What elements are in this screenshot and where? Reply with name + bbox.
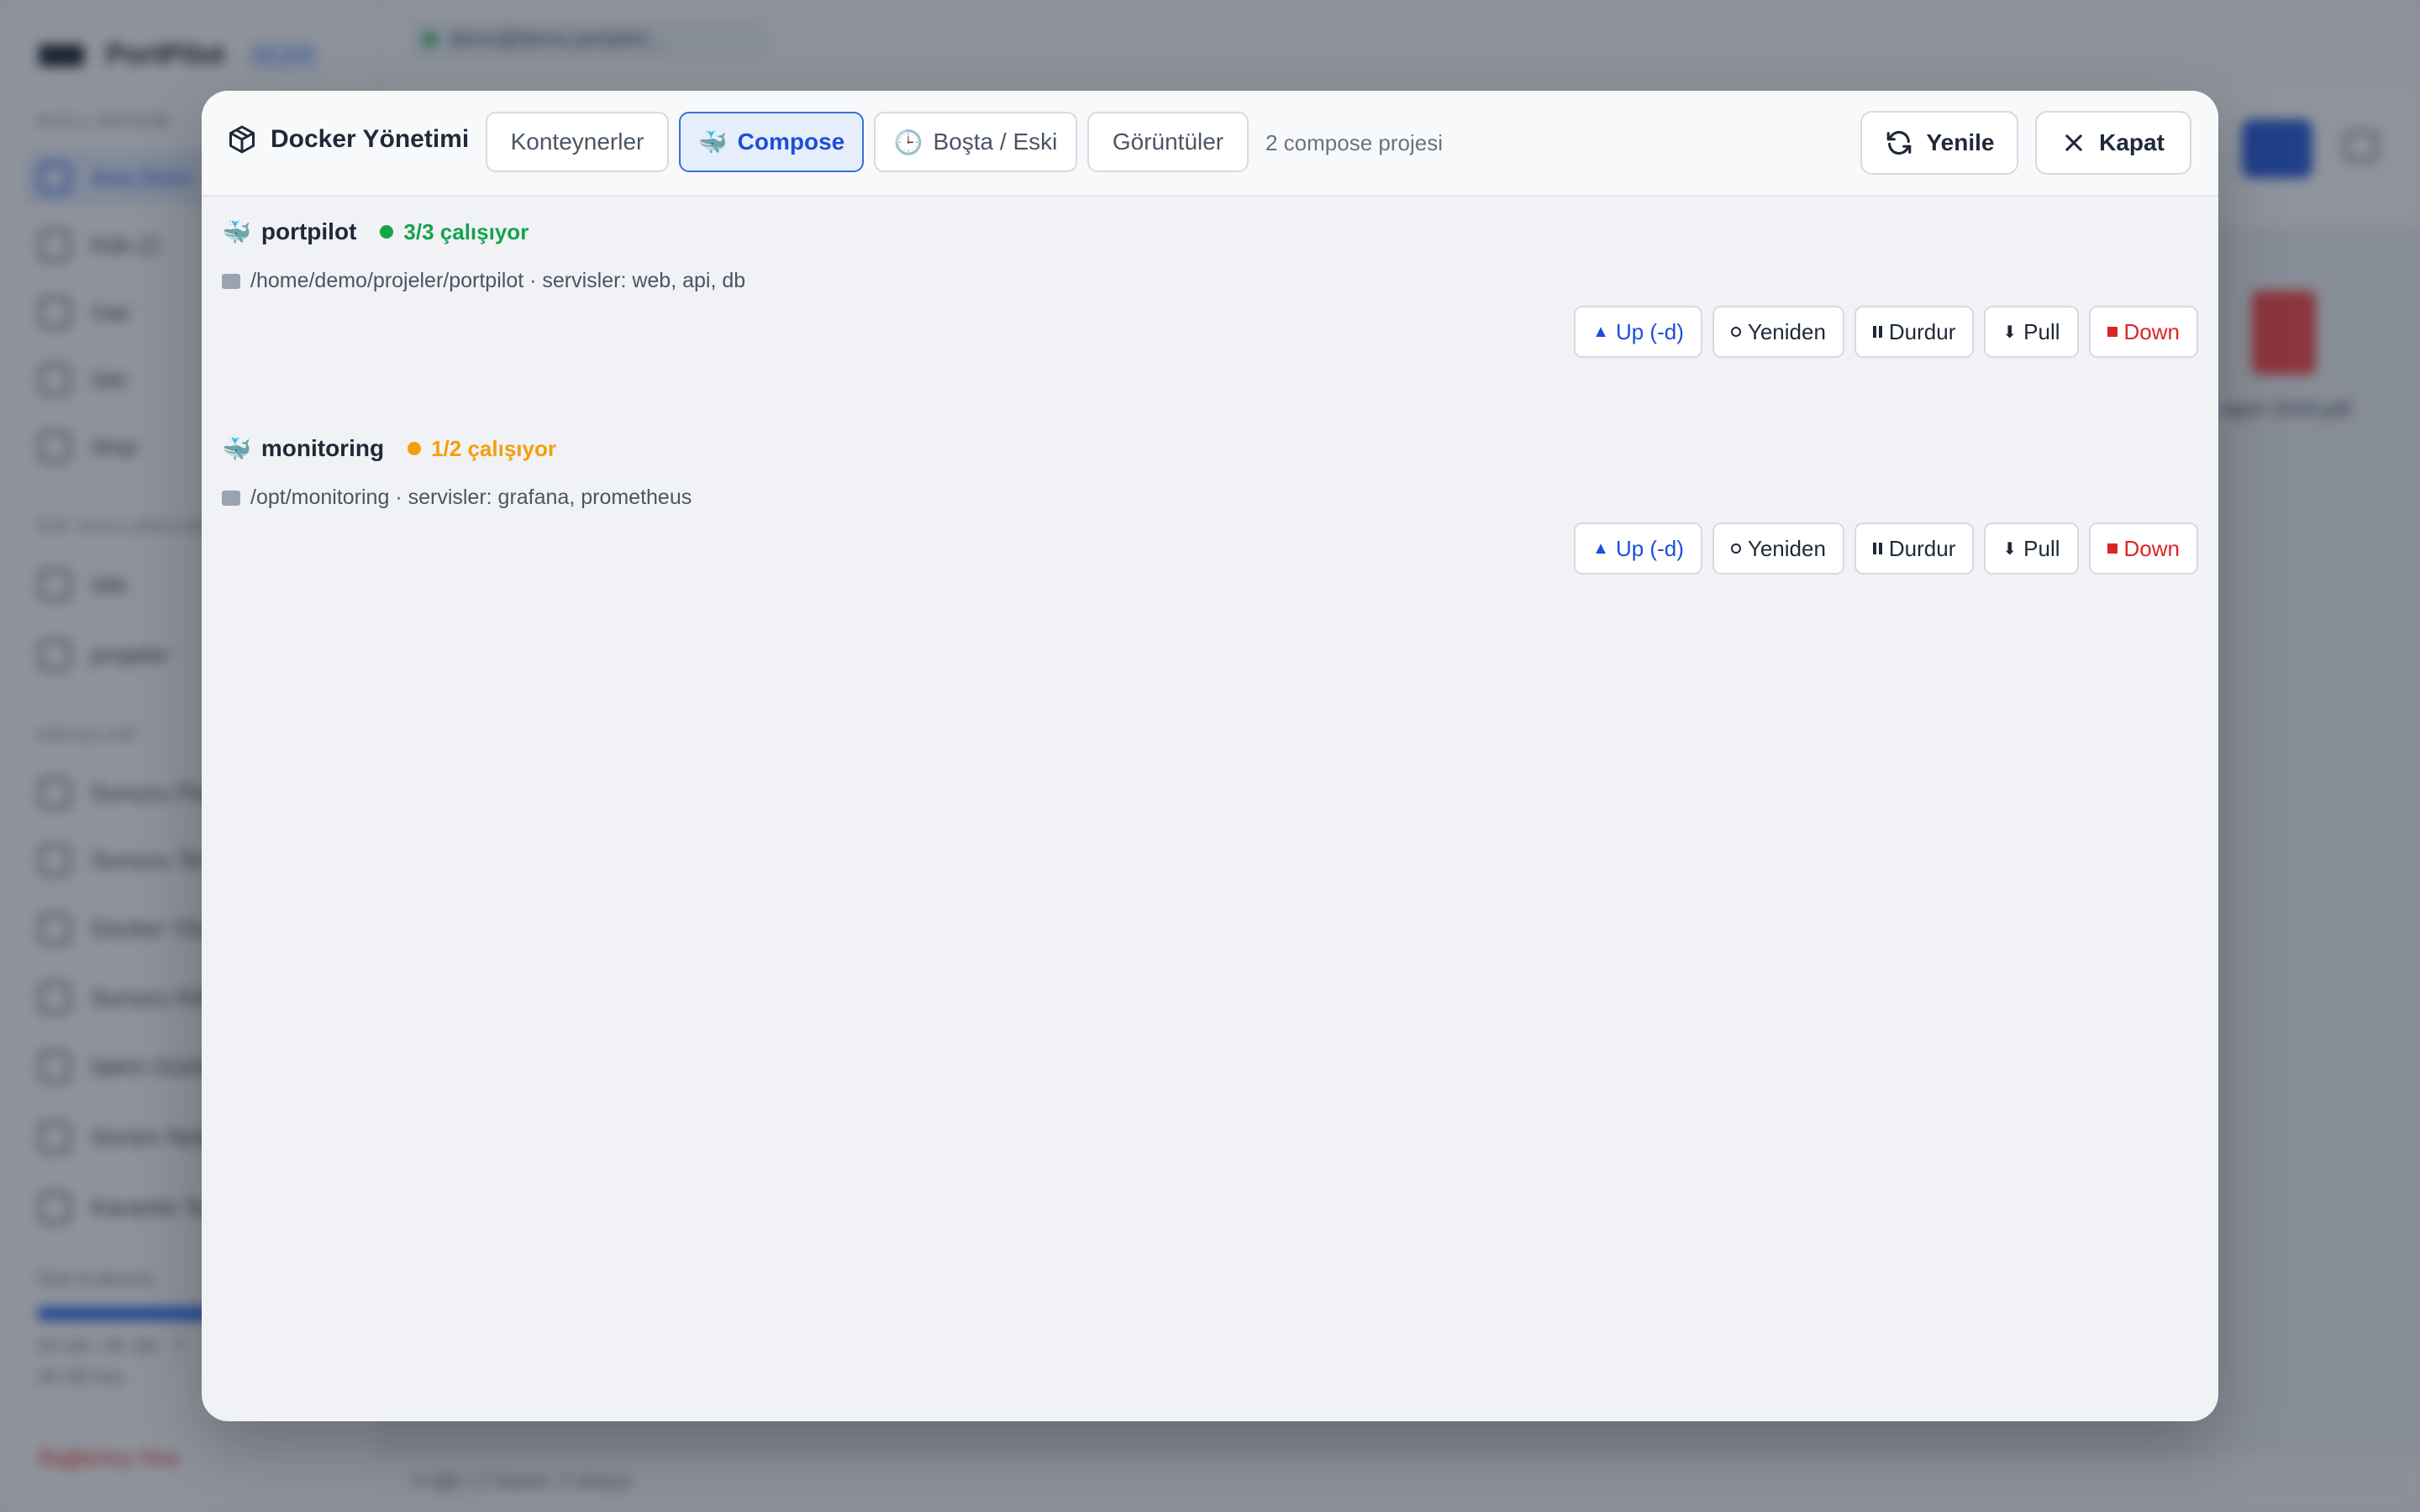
whale-icon: 🐳 (222, 218, 251, 245)
modal-header: Docker Yönetimi Konteynerler 🐳 Compose 🕒… (202, 91, 2218, 197)
tab-compose[interactable]: 🐳 Compose (679, 112, 864, 172)
tab-images[interactable]: Görüntüler (1087, 112, 1249, 172)
project-header: 🐳 monitoring 1/2 çalışıyor (222, 433, 556, 464)
pull-button[interactable]: ⬇ Pull (1984, 522, 2079, 575)
up-triangle-icon: ▲ (1592, 322, 1609, 341)
download-icon: ⬇ (2002, 539, 2018, 559)
close-label: Kapat (2099, 129, 2165, 155)
restart-label: Yeniden (1747, 318, 1826, 344)
folder-icon (222, 273, 240, 289)
folder-icon (222, 490, 240, 506)
whale-icon: 🐳 (222, 435, 251, 462)
stop-square-icon (2107, 543, 2118, 554)
whale-icon: 🐳 (697, 129, 728, 155)
tab-containers[interactable]: Konteynerler (486, 112, 669, 172)
compose-count: 2 compose projesi (1265, 130, 1443, 155)
restart-label: Yeniden (1747, 535, 1826, 561)
tab-label: Compose (737, 129, 845, 155)
stop-button[interactable]: Durdur (1854, 306, 1975, 358)
project-name: monitoring (260, 435, 385, 461)
restart-icon (1730, 543, 1741, 554)
refresh-button[interactable]: Yenile (1860, 111, 2018, 175)
status-dot-partial (408, 442, 422, 455)
tab-label: Boşta / Eski (933, 129, 1058, 155)
close-button[interactable]: Kapat (2035, 111, 2191, 175)
up-button[interactable]: ▲ Up (-d) (1574, 306, 1702, 358)
pull-label: Pull (2023, 535, 2060, 561)
modal-title: Docker Yönetimi (227, 124, 469, 155)
close-icon (2065, 134, 2082, 151)
clock-icon: 🕒 (893, 129, 923, 155)
refresh-label: Yenile (1926, 129, 1995, 155)
stop-square-icon (2107, 327, 2118, 337)
tab-label: Konteynerler (510, 129, 644, 155)
tab-idle-old[interactable]: 🕒 Boşta / Eski (874, 112, 1077, 172)
down-label: Down (2123, 535, 2180, 561)
project-path: /opt/monitoring · servisler: grafana, pr… (222, 486, 692, 510)
refresh-icon (1886, 130, 1911, 155)
project-path: /home/demo/projeler/portpilot · servisle… (222, 269, 745, 293)
pull-button[interactable]: ⬇ Pull (1984, 306, 2079, 358)
pause-icon (1872, 326, 1882, 338)
status-dot-running (380, 225, 394, 239)
stop-label: Durdur (1888, 318, 1956, 344)
up-button[interactable]: ▲ Up (-d) (1574, 522, 1702, 575)
up-triangle-icon: ▲ (1592, 538, 1609, 558)
project-status: 3/3 çalışıyor (403, 218, 529, 244)
stop-button[interactable]: Durdur (1854, 522, 1975, 575)
stop-label: Durdur (1888, 535, 1956, 561)
project-actions: ▲ Up (-d) Yeniden Durdur ⬇ Pull Down (1574, 522, 2198, 575)
project-path-text: /home/demo/projeler/portpilot · servisle… (250, 269, 746, 292)
project-header: 🐳 portpilot 3/3 çalışıyor (222, 217, 529, 247)
download-icon: ⬇ (2002, 323, 2018, 342)
cube-icon (229, 125, 255, 154)
down-button[interactable]: Down (2088, 306, 2198, 358)
down-button[interactable]: Down (2088, 522, 2198, 575)
restart-button[interactable]: Yeniden (1712, 522, 1844, 575)
project-status: 1/2 çalışıyor (431, 435, 556, 461)
modal-title-text: Docker Yönetimi (271, 125, 470, 153)
docker-modal: Docker Yönetimi Konteynerler 🐳 Compose 🕒… (202, 91, 2218, 1421)
pause-icon (1872, 543, 1882, 554)
restart-icon (1730, 327, 1741, 337)
restart-button[interactable]: Yeniden (1712, 306, 1844, 358)
project-actions: ▲ Up (-d) Yeniden Durdur ⬇ Pull Down (1574, 306, 2198, 358)
up-label: Up (-d) (1615, 318, 1684, 344)
tab-label: Görüntüler (1112, 129, 1224, 155)
pull-label: Pull (2023, 318, 2060, 344)
down-label: Down (2123, 318, 2180, 344)
project-path-text: /opt/monitoring · servisler: grafana, pr… (250, 486, 692, 509)
up-label: Up (-d) (1615, 535, 1684, 561)
project-name: portpilot (260, 218, 357, 244)
